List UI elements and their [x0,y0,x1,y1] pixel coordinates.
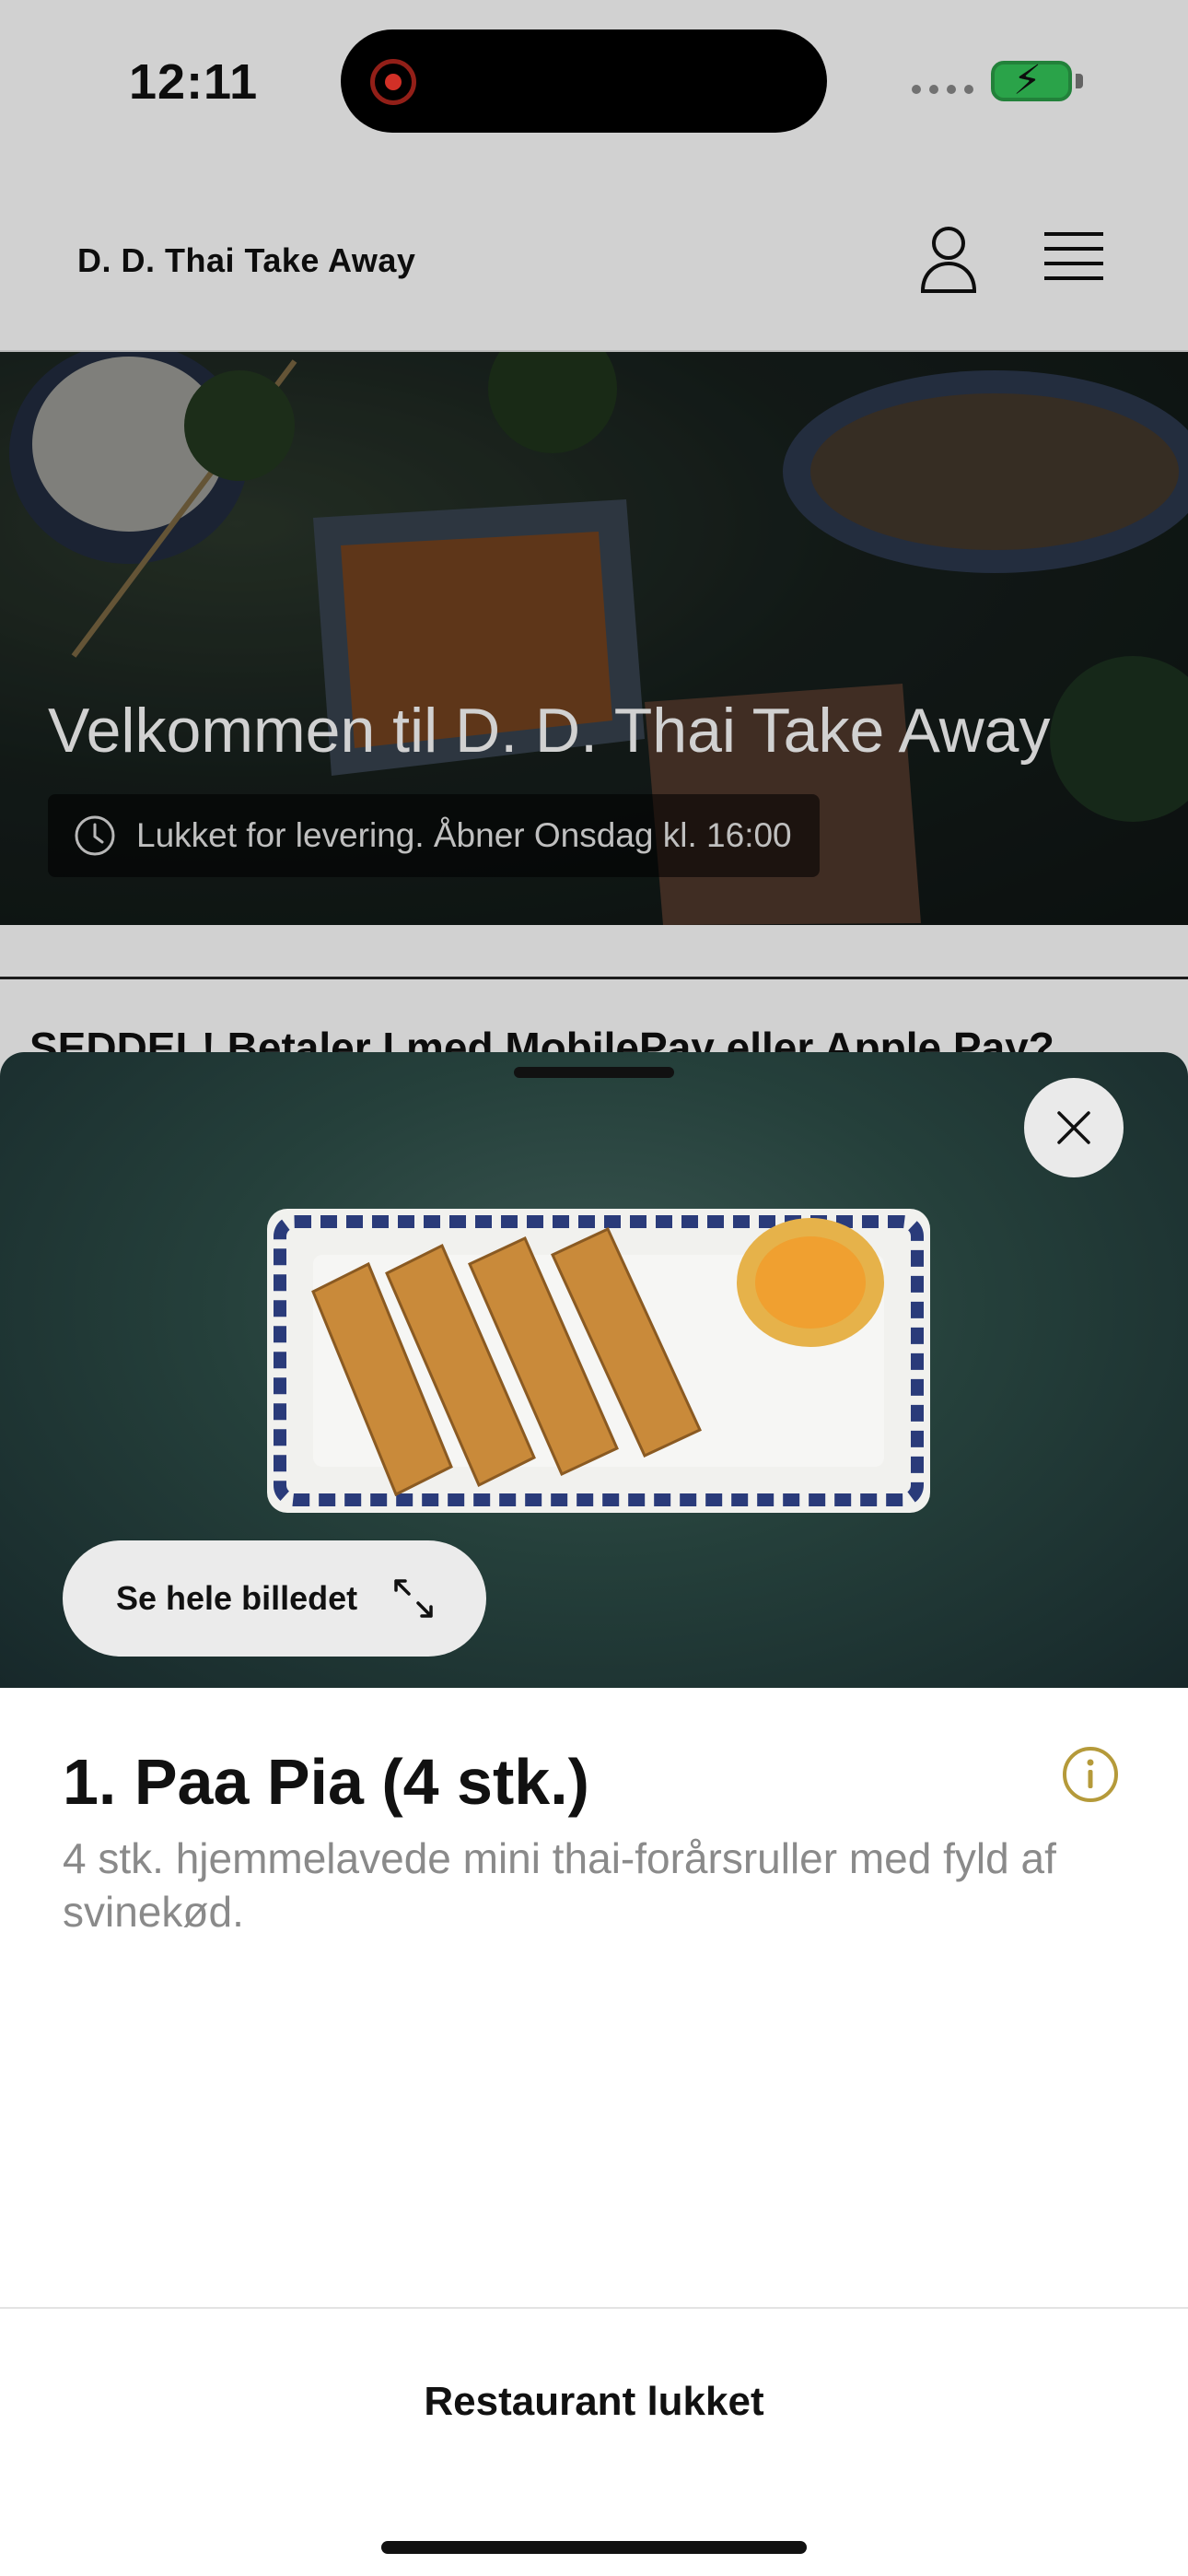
info-icon[interactable] [1061,1745,1120,1804]
home-indicator[interactable] [381,2541,807,2554]
restaurant-closed-label: Restaurant lukket [424,2379,764,2424]
product-title: 1. Paa Pia (4 stk.) [63,1746,589,1818]
product-photo: Se hele billedet [0,1052,1188,1688]
product-description: 4 stk. hjemmelavede mini thai-forårsrull… [63,1834,1056,1936]
view-full-image-label: Se hele billedet [116,1579,358,1617]
expand-icon [394,1579,433,1618]
spring-rolls-image [267,1209,930,1513]
footer-divider [0,2307,1188,2309]
view-full-image-button[interactable]: Se hele billedet [63,1540,486,1657]
product-detail-sheet: Se hele billedet 1. Paa Pia (4 stk.) 4 s… [0,1052,1188,2576]
sheet-grabber[interactable] [514,1067,674,1078]
close-button[interactable] [1024,1078,1124,1177]
close-icon [1057,1111,1090,1144]
